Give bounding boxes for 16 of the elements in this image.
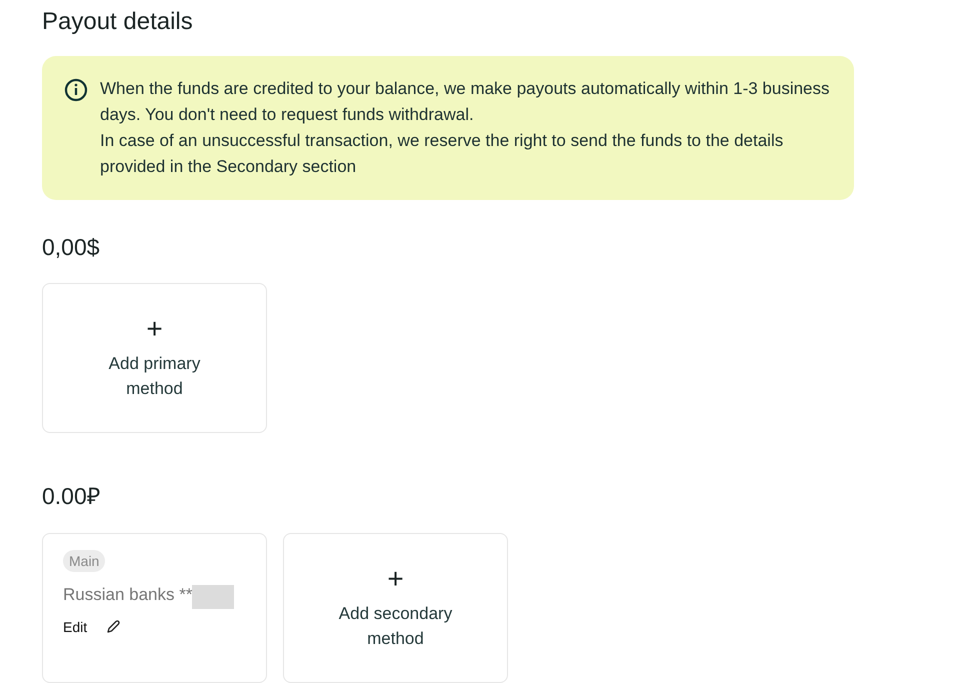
add-method-card[interactable]: + Add primary method bbox=[42, 283, 267, 433]
balance-amount: 0.00₽ bbox=[42, 482, 101, 511]
edit-link[interactable]: Edit bbox=[63, 619, 88, 635]
plus-icon: + bbox=[146, 315, 163, 343]
notice-text: In case of an unsuccessful transaction, we reserve the right to send the funds to the details provided in the Secondary section bbox=[100, 130, 784, 178]
balance-amount: 0,00$ bbox=[42, 234, 101, 261]
info-icon bbox=[64, 78, 88, 102]
add-method-card[interactable]: + Add secondary method bbox=[283, 533, 508, 683]
plus-icon: + bbox=[387, 565, 404, 593]
pencil-icon[interactable] bbox=[105, 619, 122, 635]
main-badge: Main bbox=[63, 550, 106, 572]
add-method-label: Add secondary method bbox=[338, 603, 454, 650]
method-name: Russian banks ** bbox=[63, 585, 192, 605]
notice-text: When the funds are credited to your balance, we make payouts automatically within 1-3 business days. You don't need to request funds withdrawal. bbox=[100, 78, 831, 126]
page-title: Payout details bbox=[42, 8, 194, 36]
add-method-label: Add primary method bbox=[108, 353, 202, 400]
